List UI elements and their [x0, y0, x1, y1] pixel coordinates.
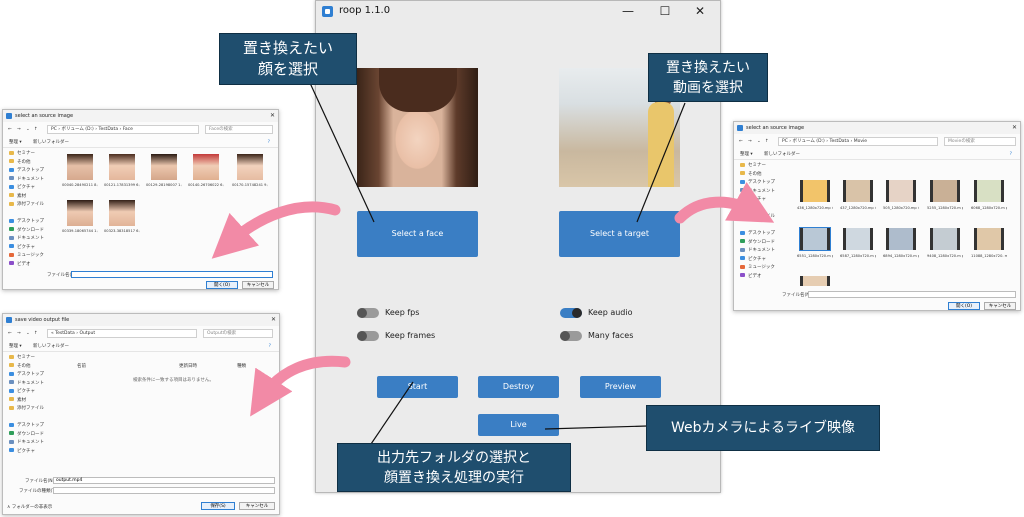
arrow-to-save-dialog: [250, 355, 351, 417]
callout-select-target: 置き換えたい 動画を選択: [648, 53, 768, 102]
callout-start: 出力先フォルダの選択と 顔置き換え処理の実行: [337, 443, 571, 492]
callout-text: 顔置き換え処理の実行: [384, 470, 524, 486]
pointer-target: [636, 102, 686, 223]
callout-select-face: 置き換えたい 顔を選択: [219, 33, 357, 85]
callout-live: Webカメラによるライブ映像: [646, 405, 880, 451]
pointer-start: [370, 381, 414, 445]
callout-text: Webカメラによるライブ映像: [670, 420, 856, 436]
pointer-live: [544, 425, 648, 430]
callout-text: 顔を選択: [257, 60, 318, 78]
arrow-to-source-dialog: [211, 201, 341, 259]
callout-text: 置き換えたい: [242, 39, 333, 57]
arrow-to-target-dialog: [674, 182, 775, 224]
callout-text: 出力先フォルダの選択と: [377, 450, 531, 466]
pointer-face: [309, 82, 375, 223]
callout-text: 動画を選択: [673, 80, 743, 96]
callout-text: 置き換えたい: [666, 60, 750, 76]
